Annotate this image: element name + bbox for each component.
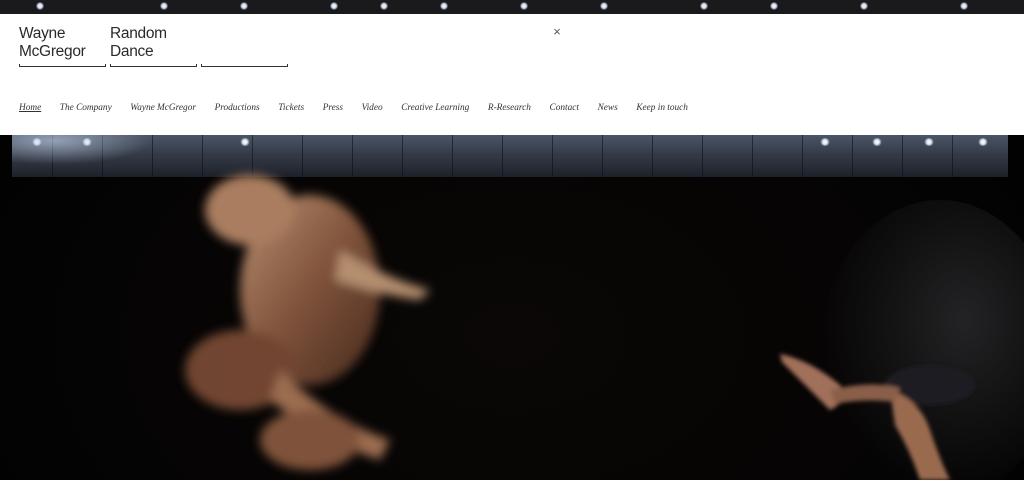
nav-item-the-company[interactable]: The Company [60,103,112,113]
logo-text-line: Wayne [19,25,66,42]
site-header: Wayne McGregor Random Dance × Home The C… [0,14,1024,135]
nav-item-video[interactable]: Video [362,103,383,113]
logo-wayne-mcgregor[interactable]: Wayne McGregor [19,25,107,61]
logo-underline [201,64,288,67]
nav-item-home[interactable]: Home [19,103,41,113]
logo-text-line: McGregor [19,43,86,60]
logo-underline [110,64,197,67]
close-icon[interactable]: × [551,25,563,38]
nav-item-news[interactable]: News [598,103,618,113]
nav-item-contact[interactable]: Contact [550,103,579,113]
logo-random-dance[interactable]: Random Dance [110,25,198,61]
nav-item-press[interactable]: Press [323,103,343,113]
nav-item-wayne-mcgregor[interactable]: Wayne McGregor [130,103,196,113]
dancer-figure-left [185,175,430,470]
nav-item-tickets[interactable]: Tickets [278,103,304,113]
nav-item-creative-learning[interactable]: Creative Learning [401,103,469,113]
logo-text-line: Dance [110,43,154,60]
logo-underline [19,64,106,67]
nav-item-r-research[interactable]: R-Research [488,103,531,113]
nav-item-keep-in-touch[interactable]: Keep in touch [636,103,688,113]
nav-item-productions[interactable]: Productions [215,103,260,113]
lighting-rig [0,0,1024,14]
dancer-figure-right [780,354,975,480]
main-nav: Home The Company Wayne McGregor Producti… [19,103,707,113]
logo-text-line: Random [110,25,167,42]
